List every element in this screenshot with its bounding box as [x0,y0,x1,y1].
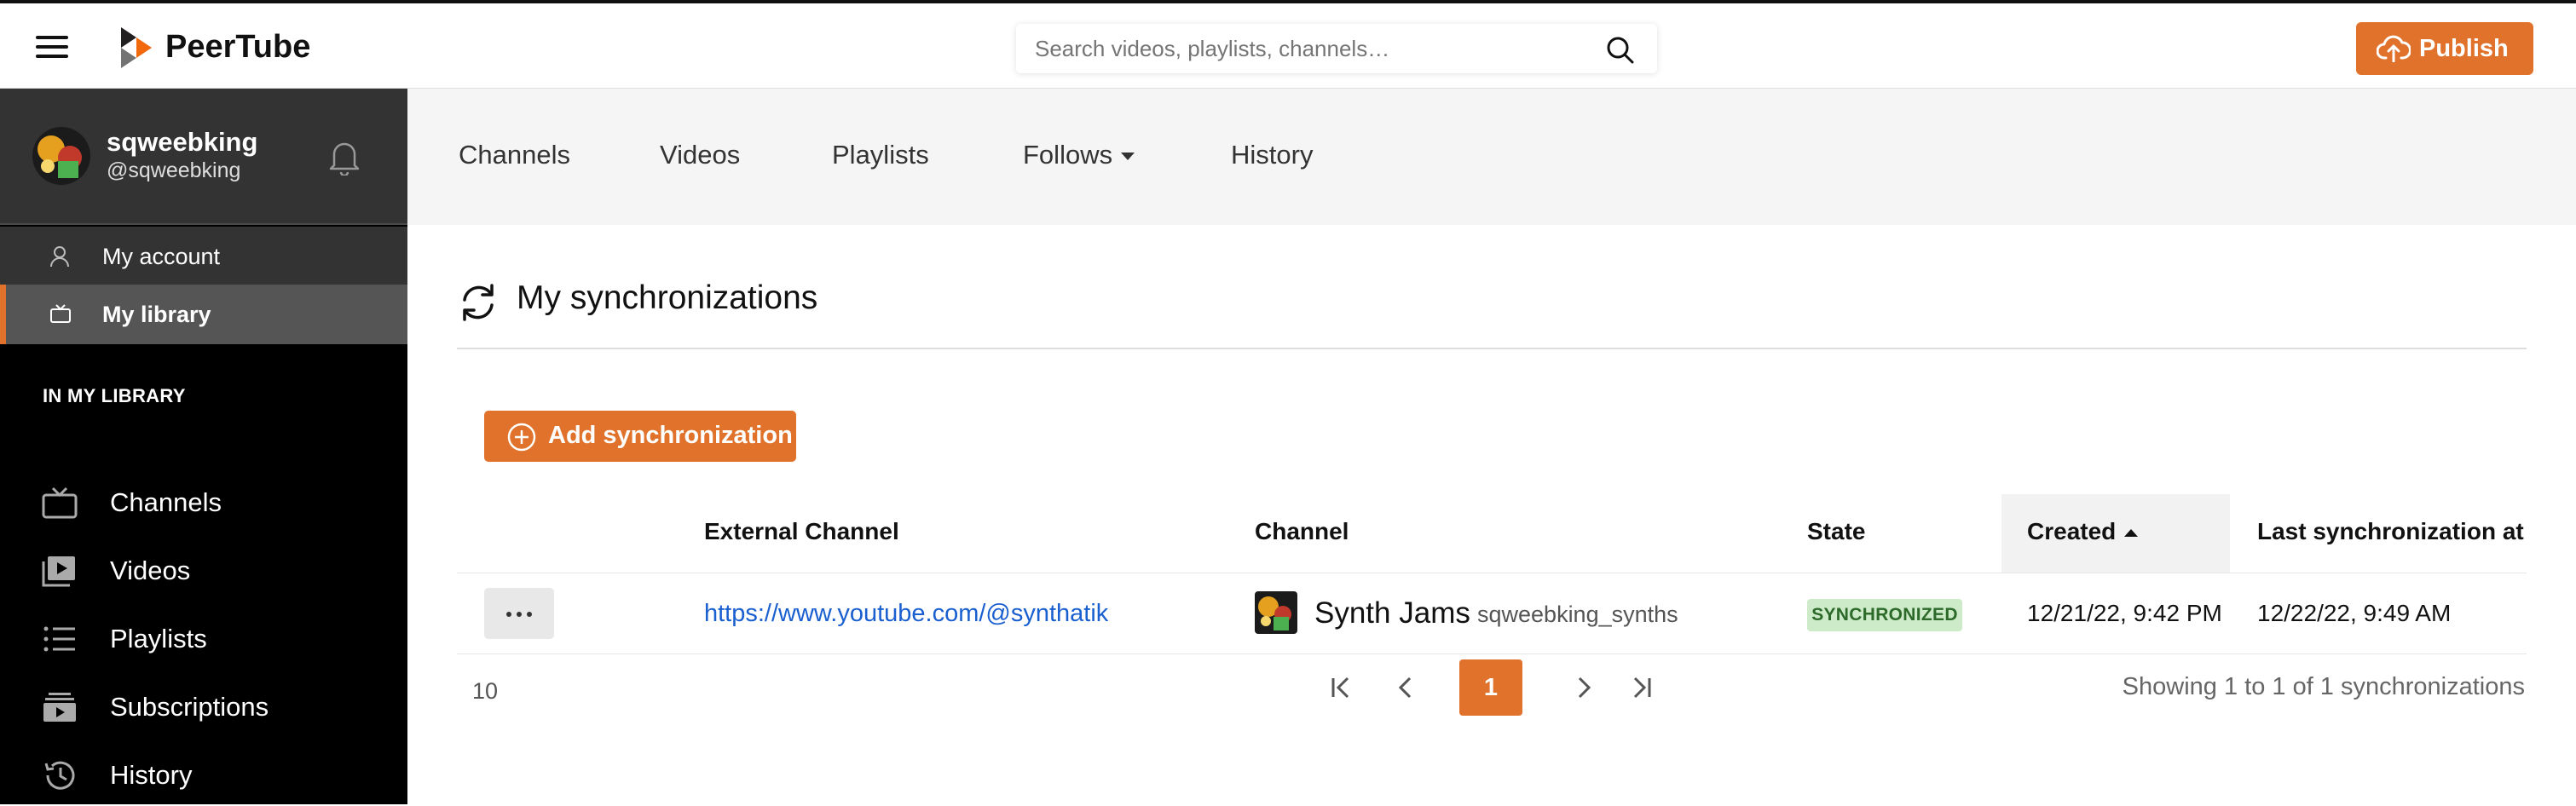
column-header-channel: Channel [1255,518,1349,544]
history-icon [41,758,78,797]
tab-channels[interactable]: Channels [459,140,570,170]
menu-icon[interactable] [36,36,68,58]
sidebar-item-channels[interactable]: Channels [0,472,407,533]
user-icon [50,246,69,268]
channel-avatar[interactable] [1255,591,1297,634]
sidebar-item-label: Playlists [110,624,207,653]
sidebar-item-label: Videos [110,556,191,585]
avatar[interactable] [32,127,90,185]
video-library-icon [41,554,78,592]
previous-page-icon[interactable] [1389,659,1424,720]
sidebar-item-playlists[interactable]: Playlists [0,608,407,670]
page-title-text: My synchronizations [517,279,818,316]
pagination-summary: Showing 1 to 1 of 1 synchronizations [2122,673,2525,700]
row-divider [457,653,2527,654]
channel-name[interactable]: Synth Jams [1314,596,1470,630]
add-synchronization-button[interactable]: Add synchronization [484,411,796,462]
rows-per-page[interactable]: 10 [472,678,498,705]
sidebar-item-label: My account [102,244,221,269]
sidebar-item-label: My library [102,302,211,327]
external-channel-link[interactable]: https://www.youtube.com/@synthatik [704,600,1108,628]
publish-label: Publish [2419,35,2509,62]
library-heading: IN MY LIBRARY [43,385,186,406]
sidebar-item-my-account[interactable]: My account [0,227,407,285]
search-box [1016,24,1657,73]
status-badge: SYNCHRONIZED [1807,599,1962,631]
sidebar-item-history[interactable]: History [0,745,407,806]
created-date: 12/21/22, 9:42 PM [2027,600,2222,626]
sidebar-item-videos[interactable]: Videos [0,540,407,602]
current-page[interactable]: 1 [1459,659,1522,716]
user-box: sqweebking @sqweebking [0,89,407,225]
tab-videos[interactable]: Videos [660,140,740,170]
sort-ascending-icon [2124,529,2139,538]
column-header-created-label: Created [2027,518,2117,544]
tv-icon [41,486,78,524]
peertube-logo-icon[interactable] [118,26,153,74]
sidebar-item-subscriptions[interactable]: Subscriptions [0,676,407,738]
column-header-state: State [1807,518,1866,544]
library-subnav: Channels Videos Playlists Follows Histor… [407,89,2576,225]
tv-icon [50,304,71,323]
chevron-down-icon [1121,153,1135,161]
column-header-last-sync[interactable]: Last synchronization at [2257,518,2524,545]
add-synchronization-label: Add synchronization [548,422,793,449]
subscriptions-icon [41,690,78,728]
brand-name[interactable]: PeerTube [165,29,310,66]
publish-button[interactable]: Publish [2356,22,2533,75]
tab-follows-label: Follows [1023,140,1113,170]
user-handle: @sqweebking [107,158,241,182]
sidebar-item-label: History [110,760,193,790]
top-bar: PeerTube Publish [0,0,2576,89]
sidebar-item-label: Subscriptions [110,692,269,722]
list-icon [41,622,78,660]
search-input[interactable] [1035,34,1580,63]
last-sync-date: 12/22/22, 9:49 AM [2257,600,2452,626]
sidebar: sqweebking @sqweebking My account My lib… [0,89,407,804]
upload-cloud-icon [2377,35,2411,62]
search-icon[interactable] [1606,36,1635,69]
bell-icon[interactable] [326,138,362,180]
add-circle-icon [507,423,536,452]
username[interactable]: sqweebking [107,127,257,158]
column-header-external-channel: External Channel [704,518,899,544]
next-page-icon[interactable] [1567,659,1601,720]
row-actions-button[interactable] [484,588,554,639]
column-header-created[interactable]: Created [2027,518,2139,545]
first-page-icon[interactable] [1324,659,1358,720]
tab-follows[interactable]: Follows [1023,140,1135,170]
tab-history[interactable]: History [1231,140,1313,170]
last-page-icon[interactable] [1625,659,1659,720]
tab-playlists[interactable]: Playlists [832,140,929,170]
channel-handle: sqweebking_synths [1477,602,1678,627]
divider [457,348,2527,349]
sidebar-item-label: Channels [110,487,222,517]
sidebar-item-my-library[interactable]: My library [0,285,407,344]
sync-icon [463,284,494,321]
